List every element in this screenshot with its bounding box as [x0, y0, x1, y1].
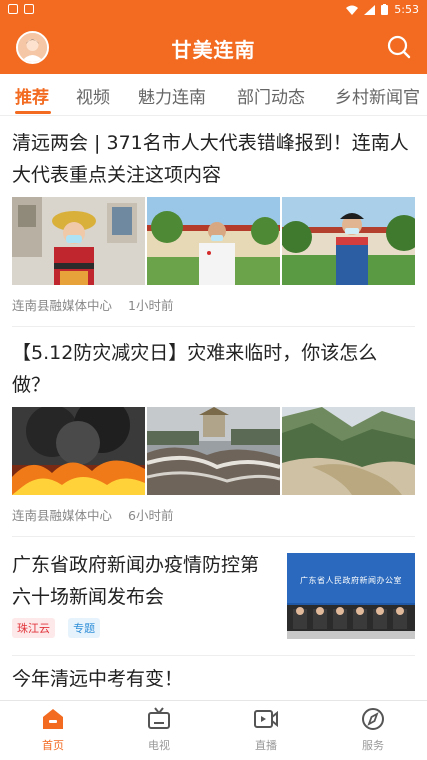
- active-tab-indicator: [15, 111, 51, 114]
- page-title: 甘美连南: [171, 38, 256, 62]
- nav-live[interactable]: 直播: [226, 707, 306, 753]
- nav-label: 电视: [148, 739, 170, 752]
- compass-icon: [362, 708, 384, 730]
- article-image[interactable]: 广东省人民政府新闻办公室: [287, 553, 415, 639]
- wifi-icon: [346, 5, 359, 15]
- article-source: 连南县融媒体中心: [12, 508, 113, 523]
- notification-icon: [8, 4, 18, 14]
- article-headline[interactable]: 今年清远中考有变！: [12, 663, 415, 695]
- nav-service[interactable]: 服务: [333, 707, 413, 753]
- divider: [12, 326, 415, 327]
- tab-recommend[interactable]: 推荐: [15, 83, 49, 108]
- article-image[interactable]: [282, 407, 415, 495]
- tab-video[interactable]: 视频: [76, 83, 110, 108]
- tab-village-news[interactable]: 乡村新闻官: [335, 83, 420, 108]
- topic-tag: 专题: [68, 618, 101, 638]
- tab-charm-liannan[interactable]: 魅力连南: [138, 83, 206, 108]
- status-bar: 5:53: [0, 0, 427, 20]
- nav-tv[interactable]: 电视: [119, 707, 199, 753]
- article-image[interactable]: [147, 197, 280, 285]
- article-image[interactable]: [147, 407, 280, 495]
- article-image[interactable]: [12, 407, 145, 495]
- tv-icon: [148, 707, 170, 729]
- article-time: 6小时前: [128, 508, 174, 523]
- status-time: 5:53: [394, 3, 419, 16]
- article-image[interactable]: [282, 197, 415, 285]
- nav-label: 直播: [255, 739, 277, 752]
- article-headline[interactable]: 清远两会 | 371名市人大代表错峰报到！连南人大代表重点关注这项内容: [12, 127, 415, 191]
- news-item[interactable]: 清远两会 | 371名市人大代表错峰报到！连南人大代表重点关注这项内容 连南县融…: [12, 127, 415, 314]
- battery-icon: [381, 4, 389, 15]
- banner-text: 广东省人民政府新闻办公室: [300, 576, 402, 585]
- article-headline[interactable]: 【5.12防灾减灾日】灾难来临时，你该怎么做？: [12, 337, 415, 401]
- nav-home[interactable]: 首页: [13, 707, 93, 753]
- divider: [12, 655, 415, 656]
- app-header: 甘美连南: [0, 20, 427, 74]
- live-icon: [254, 710, 278, 728]
- search-icon[interactable]: [385, 33, 413, 61]
- notification-icon: [24, 4, 34, 14]
- category-tabs: 推荐 视频 魅力连南 部门动态 乡村新闻官: [0, 74, 427, 116]
- nav-label: 服务: [362, 739, 384, 752]
- divider: [12, 536, 415, 537]
- news-feed[interactable]: 清远两会 | 371名市人大代表错峰报到！连南人大代表重点关注这项内容 连南县融…: [0, 117, 427, 700]
- article-headline[interactable]: 广东省政府新闻办疫情防控第六十场新闻发布会: [12, 549, 270, 613]
- source-tag: 珠江云: [12, 618, 55, 638]
- article-time: 1小时前: [128, 298, 174, 313]
- home-icon: [43, 709, 63, 729]
- news-item[interactable]: 【5.12防灾减灾日】灾难来临时，你该怎么做？ 连南县融媒体中心 6小时前: [12, 337, 415, 524]
- bottom-nav: 首页 电视 直播 服务: [0, 700, 427, 760]
- tab-department-news[interactable]: 部门动态: [237, 83, 305, 108]
- article-image[interactable]: [12, 197, 145, 285]
- signal-icon: [364, 4, 376, 15]
- nav-label: 首页: [42, 739, 64, 752]
- news-item[interactable]: 广东省政府新闻办疫情防控第六十场新闻发布会 珠江云 专题 广东省人民政府新闻办公…: [12, 549, 415, 639]
- article-source: 连南县融媒体中心: [12, 298, 113, 313]
- news-item[interactable]: 今年清远中考有变！: [12, 663, 415, 695]
